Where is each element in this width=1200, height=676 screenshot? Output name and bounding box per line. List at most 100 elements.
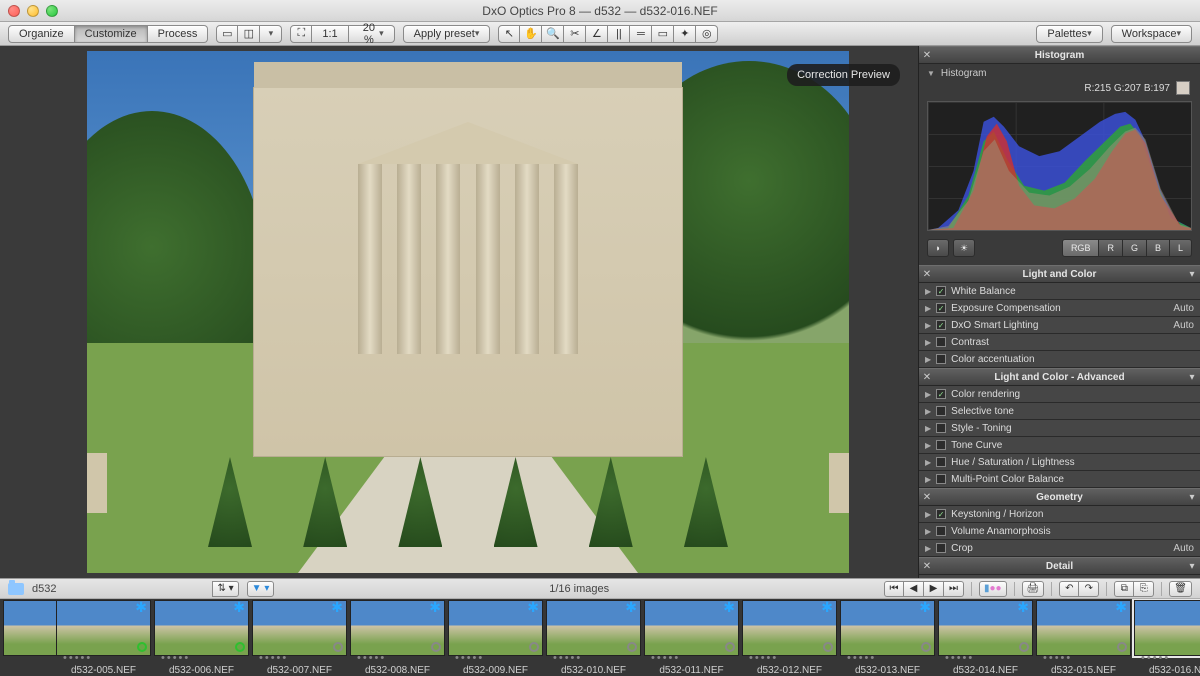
thumbnail[interactable]: ✱••••• <box>644 600 739 656</box>
zoom-1to1-button[interactable]: 1:1 <box>312 25 348 43</box>
thumbnail[interactable]: ✱••••• <box>1134 600 1200 656</box>
thumbnail[interactable]: ✱••••• <box>448 600 543 656</box>
image-viewer[interactable]: Correction Preview <box>0 46 918 578</box>
enable-checkbox[interactable] <box>936 423 946 433</box>
rating-dots[interactable]: ••••• <box>945 652 974 664</box>
close-icon[interactable]: ✕ <box>919 561 935 572</box>
disclosure-triangle-icon[interactable]: ▶ <box>925 441 931 450</box>
rating-dots[interactable]: ••••• <box>749 652 778 664</box>
panel-header-light-color-adv[interactable]: ✕ Light and Color - Advanced ▾ <box>919 368 1200 386</box>
enable-checkbox[interactable] <box>936 406 946 416</box>
tool-target-icon[interactable]: ◎ <box>696 25 718 43</box>
zoom-fit-icon[interactable]: ⛶ <box>290 25 312 43</box>
menu-icon[interactable]: ▾ <box>1184 269 1200 280</box>
disclosure-triangle-icon[interactable]: ▶ <box>925 475 931 484</box>
correction-row[interactable]: ▶✓Keystoning / Horizon <box>919 506 1200 523</box>
enable-checkbox[interactable] <box>936 354 946 364</box>
channel-rgb-button[interactable]: RGB <box>1062 239 1100 257</box>
auto-button[interactable]: Auto <box>1173 543 1194 554</box>
tool-rectangle-icon[interactable]: ▭ <box>652 25 674 43</box>
rating-dots[interactable]: ••••• <box>259 652 288 664</box>
correction-row[interactable]: ▶CropAuto <box>919 540 1200 557</box>
tool-crop-icon[interactable]: ✂ <box>564 25 586 43</box>
disclosure-triangle-icon[interactable]: ▶ <box>925 390 931 399</box>
close-icon[interactable]: ✕ <box>919 50 935 61</box>
menu-icon[interactable]: ▾ <box>1184 561 1200 572</box>
view-single-icon[interactable]: ▭ <box>216 25 238 43</box>
apply-preset-dropdown[interactable]: Apply preset <box>403 25 491 43</box>
zoom-value-dropdown[interactable]: 20 % <box>349 25 395 43</box>
correction-row[interactable]: ▶Contrast <box>919 334 1200 351</box>
thumbnail[interactable]: ✱••••• <box>350 600 445 656</box>
panel-header-detail[interactable]: ✕ Detail ▾ <box>919 557 1200 575</box>
undo-icon[interactable]: ↶ <box>1059 581 1079 597</box>
rating-dots[interactable]: ••••• <box>161 652 190 664</box>
shadow-clip-icon[interactable]: ◗ <box>927 239 949 257</box>
nav-last-icon[interactable]: ⏭ <box>944 581 964 597</box>
thumbnail[interactable]: ✱••••• <box>840 600 935 656</box>
disclosure-triangle-icon[interactable]: ▶ <box>925 527 931 536</box>
tab-organize[interactable]: Organize <box>8 25 75 43</box>
tool-dust-icon[interactable]: ✦ <box>674 25 696 43</box>
enable-checkbox[interactable]: ✓ <box>936 286 946 296</box>
thumbnail[interactable]: ✱••••• <box>56 600 151 656</box>
nav-first-icon[interactable]: ⏮ <box>884 581 904 597</box>
thumbnail[interactable]: ✱••••• <box>546 600 641 656</box>
close-icon[interactable]: ✕ <box>919 492 935 503</box>
workspace-dropdown[interactable]: Workspace <box>1111 25 1192 43</box>
project-button[interactable]: ▮●● <box>979 581 1007 597</box>
panel-header-light-color[interactable]: ✕ Light and Color ▾ <box>919 265 1200 283</box>
tool-keystone-h-icon[interactable]: ═ <box>630 25 652 43</box>
disclosure-triangle-icon[interactable]: ▶ <box>925 338 931 347</box>
tool-horizon-icon[interactable]: ∠ <box>586 25 608 43</box>
correction-row[interactable]: ▶Hue / Saturation / Lightness <box>919 454 1200 471</box>
correction-row[interactable]: ▶ Noise <box>919 575 1200 578</box>
enable-checkbox[interactable] <box>936 337 946 347</box>
paste-settings-icon[interactable]: ⎘ <box>1134 581 1154 597</box>
rating-dots[interactable]: ••••• <box>455 652 484 664</box>
rating-dots[interactable]: ••••• <box>1141 652 1170 664</box>
rating-dots[interactable]: ••••• <box>847 652 876 664</box>
enable-checkbox[interactable]: ✓ <box>936 303 946 313</box>
disclosure-triangle-icon[interactable]: ▶ <box>925 355 931 364</box>
tool-keystone-v-icon[interactable]: || <box>608 25 630 43</box>
correction-row[interactable]: ▶✓White Balance <box>919 283 1200 300</box>
channel-l-button[interactable]: L <box>1170 239 1192 257</box>
disclosure-triangle-icon[interactable]: ▶ <box>925 321 931 330</box>
tool-hand-icon[interactable]: ✋ <box>520 25 542 43</box>
enable-checkbox[interactable]: ✓ <box>936 389 946 399</box>
thumbnail[interactable]: ✱••••• <box>252 600 347 656</box>
enable-checkbox[interactable] <box>936 474 946 484</box>
correction-row[interactable]: ▶Volume Anamorphosis <box>919 523 1200 540</box>
enable-checkbox[interactable] <box>936 526 946 536</box>
palettes-dropdown[interactable]: Palettes <box>1036 25 1102 43</box>
thumbnail[interactable]: ✱••••• <box>938 600 1033 656</box>
filter-button[interactable]: ▼ ▾ <box>247 581 275 597</box>
nav-next-icon[interactable]: ▶ <box>924 581 944 597</box>
channel-g-button[interactable]: G <box>1123 239 1147 257</box>
disclosure-triangle-icon[interactable]: ▼ <box>927 69 935 78</box>
rating-dots[interactable]: ••••• <box>651 652 680 664</box>
disclosure-triangle-icon[interactable]: ▶ <box>925 458 931 467</box>
auto-button[interactable]: Auto <box>1173 303 1194 314</box>
nav-prev-icon[interactable]: ◀ <box>904 581 924 597</box>
rating-dots[interactable]: ••••• <box>63 652 92 664</box>
correction-row[interactable]: ▶Style - Toning <box>919 420 1200 437</box>
copy-settings-icon[interactable]: ⧉ <box>1114 581 1134 597</box>
panel-header-geometry[interactable]: ✕ Geometry ▾ <box>919 488 1200 506</box>
menu-icon[interactable]: ▾ <box>1184 372 1200 383</box>
view-reference-dropdown[interactable] <box>260 25 282 43</box>
sort-button[interactable]: ⇅ ▾ <box>212 581 238 597</box>
disclosure-triangle-icon[interactable]: ▶ <box>925 304 931 313</box>
enable-checkbox[interactable] <box>936 440 946 450</box>
correction-row[interactable]: ▶✓DxO Smart LightingAuto <box>919 317 1200 334</box>
tab-customize[interactable]: Customize <box>75 25 148 43</box>
menu-icon[interactable]: ▾ <box>1184 492 1200 503</box>
disclosure-triangle-icon[interactable]: ▶ <box>925 407 931 416</box>
channel-b-button[interactable]: B <box>1147 239 1170 257</box>
enable-checkbox[interactable]: ✓ <box>936 509 946 519</box>
view-compare-icon[interactable]: ◫ <box>238 25 260 43</box>
redo-icon[interactable]: ↷ <box>1079 581 1099 597</box>
enable-checkbox[interactable]: ✓ <box>936 320 946 330</box>
tool-magnifier-icon[interactable]: 🔍 <box>542 25 564 43</box>
